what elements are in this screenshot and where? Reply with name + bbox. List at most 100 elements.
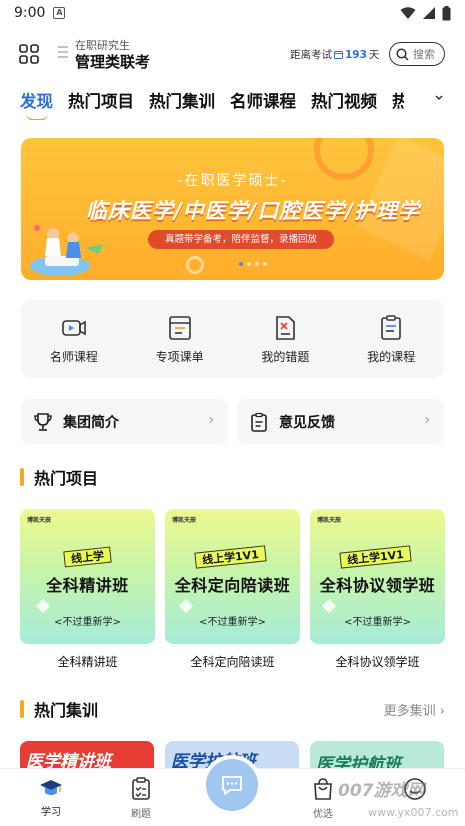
quick-entry-my-courses[interactable]: 我的课程 [338,300,444,378]
pagination-dot[interactable] [238,262,243,266]
banner-title: 临床医学/中医学/口腔医学/护理学 [85,199,420,223]
clipboard-icon [132,777,150,800]
pagination-dot[interactable] [246,262,251,266]
nav-label: 学习 [41,807,61,818]
quick-entry-panel: 名师课程 专项课单 我的错题 我的课程 [21,300,444,378]
chevron-down-icon[interactable] [434,94,444,102]
project-tag: 线上学1V1 [194,545,267,569]
quick-entry-label: 专项课单 [155,350,204,364]
chevron-right-icon: › [208,412,214,428]
section-accent-bar [20,468,24,486]
banner-subtitle: -在职医学硕士- [177,173,288,189]
tab-discover[interactable]: 发现 [20,88,53,120]
video-icon [62,320,86,336]
trophy-icon [34,412,52,431]
project-brand: 博凯天辰 [317,517,342,524]
wifi-icon [400,6,416,19]
quick-entry-course-list[interactable]: 专项课单 [127,300,233,378]
project-cover: 博凯天辰 线上学1V1 全科协议领学班 <不过重新学> [310,509,445,644]
project-card[interactable]: 博凯天辰 线上学 全科精讲班 <不过重新学> 全科精讲班 [20,509,155,670]
tab-hot-projects[interactable]: 热门项目 [68,88,134,112]
section-accent-bar [20,700,24,718]
project-cover-note: <不过重新学> [54,617,121,628]
status-bar: 9:00 A [0,0,465,26]
quick-entry-label: 我的课程 [367,350,416,364]
exam-switch-icon[interactable] [58,44,68,60]
project-cover-title: 全科精讲班 [46,576,129,595]
countdown-days: 193 [345,48,367,61]
tab-overflow[interactable]: 热 [392,88,404,112]
pagination-dot[interactable] [262,262,267,266]
project-brand: 博凯天辰 [172,517,197,524]
watermark-logo: 007游戏网 [338,781,425,801]
chat-icon [222,776,242,795]
sparkle-icon [321,598,337,614]
nav-study[interactable]: 学习 [26,777,76,818]
project-tag: 线上学 [63,546,112,568]
search-label: 搜索 [413,48,435,61]
countdown-suffix: 天 [368,49,380,61]
chevron-right-icon: › [424,412,430,428]
exam-title[interactable]: 管理类联考 [75,51,150,72]
tab-hot-training[interactable]: 热门集训 [149,88,215,112]
status-time: 9:00 [14,5,46,21]
promo-banner[interactable]: -在职医学硕士- 临床医学/中医学/口腔医学/护理学 真题带学备考，陪伴监督，录… [21,138,444,280]
feedback-label: 意见反馈 [279,414,335,431]
group-intro-card[interactable]: 集团简介 › [21,399,228,444]
project-cover-title: 全科定向陪读班 [174,576,291,595]
students-illustration [30,225,103,276]
project-card[interactable]: 博凯天辰 线上学1V1 全科协议领学班 <不过重新学> 全科协议领学班 [310,509,445,670]
grid-menu-icon[interactable] [19,44,39,64]
wrong-questions-icon [276,316,296,340]
pagination-dot[interactable] [254,262,259,266]
signal-icon [423,7,435,19]
section-title: 热门项目 [34,469,99,488]
hot-projects-header: 热门项目 [20,466,445,488]
project-cover-note: <不过重新学> [344,617,411,628]
banner-pill: 真题带学备考，陪伴监督，录播回放 [148,230,334,249]
course-list-icon [168,316,191,340]
section-title: 热门集训 [34,701,99,720]
more-training-link[interactable]: 更多集训 › [384,700,445,719]
project-brand: 博凯天辰 [27,517,52,524]
group-intro-label: 集团简介 [63,414,119,431]
project-tag: 线上学1V1 [339,545,412,569]
hot-training-header: 热门集训 更多集训 › [20,698,445,720]
sparkle-icon [35,598,51,614]
project-name: 全科协议领学班 [335,655,420,669]
feedback-clipboard-icon [251,412,267,432]
chat-button[interactable] [206,759,258,811]
search-icon [396,47,409,61]
countdown-prefix: 距离考试 [290,49,332,61]
my-courses-icon [381,315,401,340]
project-card[interactable]: 博凯天辰 线上学1V1 全科定向陪读班 <不过重新学> 全科定向陪读班 [165,509,300,670]
quick-entry-label: 我的错题 [261,350,310,364]
tab-hot-videos[interactable]: 热门视频 [311,88,377,112]
category-tabs: 发现 热门项目 热门集训 名师课程 热门视频 热 [20,88,450,120]
project-cover-note: <不过重新学> [199,617,266,628]
nav-label: 优选 [313,809,333,820]
exam-countdown: 距离考试 193 天 [290,47,379,62]
notification-icon: A [53,7,66,19]
calendar-icon [334,51,343,59]
battery-icon [442,5,451,20]
search-button[interactable]: 搜索 [389,42,445,66]
watermark-url: www.yx007.com [368,806,459,819]
nav-label: 刷题 [131,809,151,820]
project-cover: 博凯天辰 线上学1V1 全科定向陪读班 <不过重新学> [165,509,300,644]
app-header: 在职研究生 管理类联考 距离考试 193 天 搜索 [0,34,465,74]
shopping-bag-icon [314,778,332,800]
project-cover: 博凯天辰 线上学 全科精讲班 <不过重新学> [20,509,155,644]
graduation-cap-icon [40,780,62,795]
quick-entry-famous-courses[interactable]: 名师课程 [21,300,127,378]
quick-entry-label: 名师课程 [49,350,98,364]
nav-practice[interactable]: 刷题 [116,777,166,820]
tab-famous-courses[interactable]: 名师课程 [230,88,296,112]
project-name: 全科定向陪读班 [190,655,275,669]
project-name: 全科精讲班 [57,655,118,669]
sparkle-icon [178,598,194,614]
feedback-card[interactable]: 意见反馈 › [237,399,444,444]
training-card[interactable]: 医学护航班 [310,741,444,771]
quick-entry-wrong-questions[interactable]: 我的错题 [233,300,339,378]
training-card[interactable]: 医学精讲班 [20,741,154,771]
